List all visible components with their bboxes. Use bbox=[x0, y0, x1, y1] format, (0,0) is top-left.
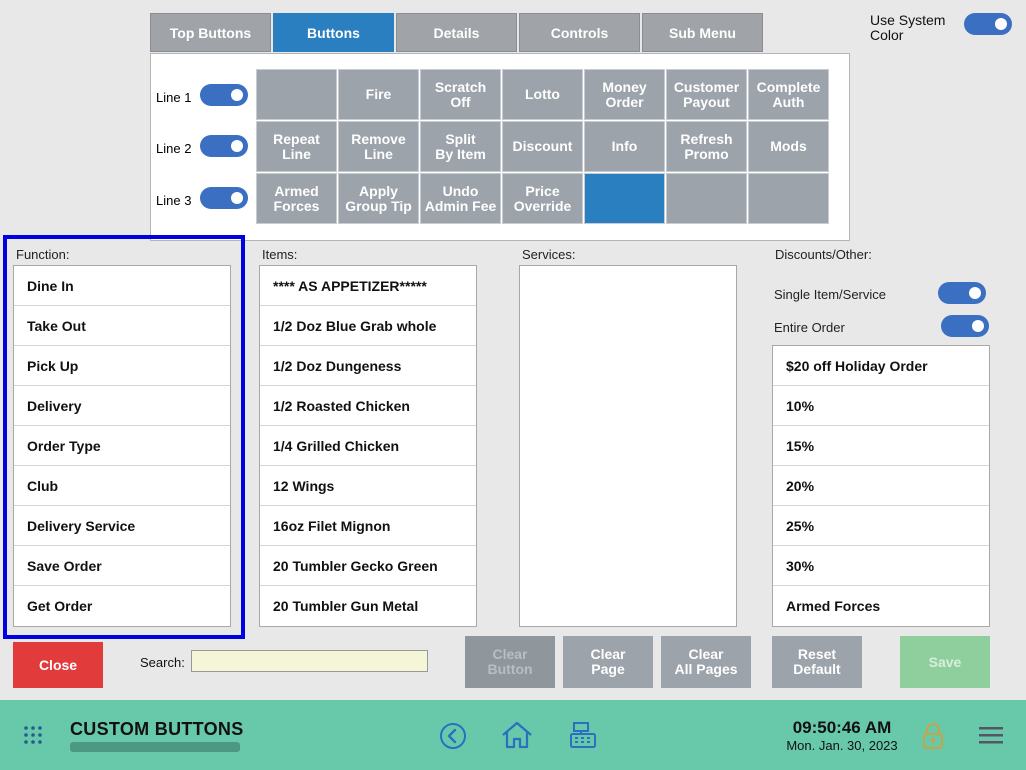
search-input[interactable] bbox=[191, 650, 428, 672]
grid-button-remove-line[interactable]: Remove Line bbox=[338, 121, 419, 172]
tab-controls[interactable]: Controls bbox=[519, 13, 640, 52]
item-row[interactable]: 1/2 Doz Dungeness bbox=[260, 346, 476, 386]
save-button[interactable]: Save bbox=[900, 636, 990, 688]
discount-row[interactable]: 25% bbox=[773, 506, 989, 546]
single-item-service-toggle[interactable] bbox=[938, 282, 986, 304]
search-label: Search: bbox=[140, 655, 185, 670]
line-2-toggle[interactable] bbox=[200, 135, 248, 157]
items-label: Items: bbox=[262, 247, 298, 262]
grid-button-refresh-promo[interactable]: Refresh Promo bbox=[666, 121, 747, 172]
item-row[interactable]: **** AS APPETIZER***** bbox=[260, 266, 476, 306]
tab-details[interactable]: Details bbox=[396, 13, 517, 52]
function-item[interactable]: Club bbox=[14, 466, 230, 506]
grid-button-customer-payout[interactable]: Customer Payout bbox=[666, 69, 747, 120]
clear-all-pages-button[interactable]: Clear All Pages bbox=[661, 636, 751, 688]
line-1-toggle[interactable] bbox=[200, 84, 248, 106]
grid-button-repeat-line[interactable]: Repeat Line bbox=[256, 121, 337, 172]
grid-button-lotto[interactable]: Lotto bbox=[502, 69, 583, 120]
single-item-service-label: Single Item/Service bbox=[774, 287, 886, 302]
use-system-color-label: Use System Color bbox=[870, 13, 945, 43]
grid-button-mods[interactable]: Mods bbox=[748, 121, 829, 172]
services-label: Services: bbox=[522, 247, 576, 262]
use-system-color-toggle[interactable] bbox=[964, 13, 1012, 35]
function-label: Function: bbox=[16, 247, 70, 262]
function-item[interactable]: Pick Up bbox=[14, 346, 230, 386]
tab-sub-menu[interactable]: Sub Menu bbox=[642, 13, 763, 52]
grid-button-money-order[interactable]: Money Order bbox=[584, 69, 665, 120]
function-item[interactable]: Delivery Service bbox=[14, 506, 230, 546]
close-button[interactable]: Close bbox=[13, 642, 103, 688]
grid-button-armed-forces[interactable]: Armed Forces bbox=[256, 173, 337, 224]
grid-button-fire[interactable]: Fire bbox=[338, 69, 419, 120]
line-3-label: Line 3 bbox=[156, 193, 192, 208]
clear-page-button[interactable]: Clear Page bbox=[563, 636, 653, 688]
footer-title: CUSTOM BUTTONS bbox=[70, 719, 244, 739]
grid-button-undo-admin-fee[interactable]: Undo Admin Fee bbox=[420, 173, 501, 224]
discount-row[interactable]: 30% bbox=[773, 546, 989, 586]
function-item[interactable]: Take Out bbox=[14, 306, 230, 346]
item-row[interactable]: 12 Wings bbox=[260, 466, 476, 506]
tab-buttons[interactable]: Buttons bbox=[273, 13, 394, 52]
footer-time: 09:50:46 AM bbox=[792, 718, 892, 737]
function-list: Dine In Take Out Pick Up Delivery Order … bbox=[13, 265, 231, 627]
discount-row[interactable]: 15% bbox=[773, 426, 989, 466]
item-row[interactable]: 1/2 Roasted Chicken bbox=[260, 386, 476, 426]
grid-button-info[interactable]: Info bbox=[584, 121, 665, 172]
discount-row[interactable]: 10% bbox=[773, 386, 989, 426]
line-1-label: Line 1 bbox=[156, 90, 192, 105]
item-row[interactable]: 16oz Filet Mignon bbox=[260, 506, 476, 546]
reset-default-button[interactable]: Reset Default bbox=[772, 636, 862, 688]
line-2-label: Line 2 bbox=[156, 141, 192, 156]
grid-button-complete-auth[interactable]: Complete Auth bbox=[748, 69, 829, 120]
function-item[interactable]: Delivery bbox=[14, 386, 230, 426]
discounts-label: Discounts/Other: bbox=[775, 247, 872, 262]
grid-button-r3-c7[interactable] bbox=[748, 173, 829, 224]
footer-subtitle-blur bbox=[70, 742, 240, 752]
entire-order-toggle[interactable] bbox=[941, 315, 989, 337]
home-icon[interactable] bbox=[501, 720, 533, 755]
grid-button-price-override[interactable]: Price Override bbox=[502, 173, 583, 224]
grid-button-split-by-item[interactable]: Split By Item bbox=[420, 121, 501, 172]
item-row[interactable]: 1/4 Grilled Chicken bbox=[260, 426, 476, 466]
item-row[interactable]: 20 Tumbler Gecko Green bbox=[260, 546, 476, 586]
grid-button-selected[interactable] bbox=[584, 173, 665, 224]
clear-button-button[interactable]: Clear Button bbox=[465, 636, 555, 688]
item-row[interactable]: 1/2 Doz Blue Grab whole bbox=[260, 306, 476, 346]
back-chevron-icon[interactable] bbox=[439, 722, 467, 755]
use-system-color-label-line2: Color bbox=[870, 27, 904, 43]
services-list[interactable] bbox=[519, 265, 737, 627]
function-item[interactable]: Save Order bbox=[14, 546, 230, 586]
register-icon[interactable] bbox=[568, 720, 598, 755]
hamburger-menu-icon[interactable] bbox=[979, 725, 1003, 750]
discount-row[interactable]: 20% bbox=[773, 466, 989, 506]
discount-row[interactable]: $20 off Holiday Order bbox=[773, 346, 989, 386]
discounts-list: $20 off Holiday Order 10% 15% 20% 25% 30… bbox=[772, 345, 990, 627]
discount-row[interactable]: Armed Forces bbox=[773, 586, 989, 626]
items-list: **** AS APPETIZER***** 1/2 Doz Blue Grab… bbox=[259, 265, 477, 627]
grid-button-scratch-off[interactable]: Scratch Off bbox=[420, 69, 501, 120]
function-item[interactable]: Order Type bbox=[14, 426, 230, 466]
line-3-toggle[interactable] bbox=[200, 187, 248, 209]
apps-grid-icon[interactable] bbox=[23, 725, 43, 750]
grid-button-r1-c1[interactable] bbox=[256, 69, 337, 120]
entire-order-label: Entire Order bbox=[774, 320, 845, 335]
grid-button-discount[interactable]: Discount bbox=[502, 121, 583, 172]
tab-top-buttons[interactable]: Top Buttons bbox=[150, 13, 271, 52]
function-item[interactable]: Get Order bbox=[14, 586, 230, 626]
grid-button-r3-c6[interactable] bbox=[666, 173, 747, 224]
grid-button-apply-group-tip[interactable]: Apply Group Tip bbox=[338, 173, 419, 224]
lock-icon[interactable] bbox=[922, 722, 944, 755]
footer-date: Mon. Jan. 30, 2023 bbox=[786, 738, 898, 753]
function-item[interactable]: Dine In bbox=[14, 266, 230, 306]
use-system-color-label-line1: Use System bbox=[870, 12, 946, 28]
item-row[interactable]: 20 Tumbler Gun Metal bbox=[260, 586, 476, 626]
